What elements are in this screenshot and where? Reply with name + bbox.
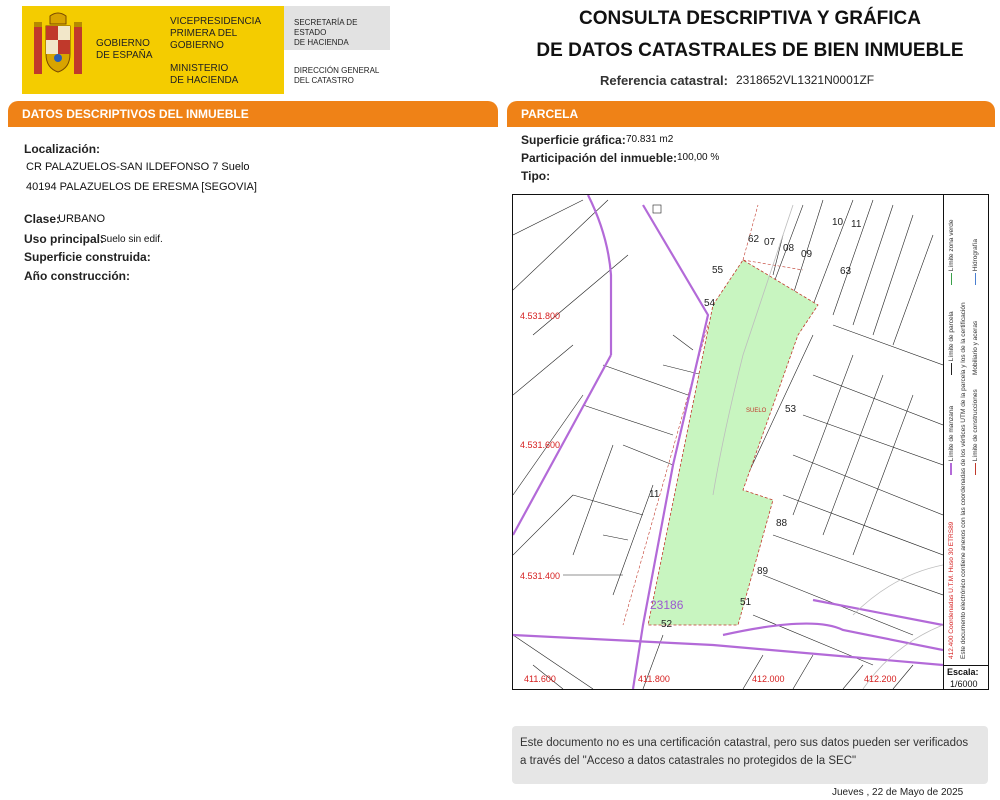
- parcel-number: 10: [832, 217, 844, 228]
- parcel-number: 52: [661, 619, 673, 630]
- legend-limite-parcela: Límite de parcela: [948, 311, 955, 375]
- block-label: 23186: [650, 598, 684, 612]
- parcel-number: 07: [764, 237, 776, 248]
- y-coord-label: 4.531.400: [520, 571, 561, 581]
- ref-value: 2318652VL1321N0001ZF: [736, 73, 875, 87]
- parcel-number: 53: [785, 404, 797, 415]
- localizacion-line2: 40194 PALAZUELOS DE ERESMA [SEGOVIA]: [26, 181, 257, 193]
- legend-mobiliario: Mobiliario y aceras: [972, 320, 979, 375]
- vicepresidencia-text: VICEPRESIDENCIA PRIMERA DEL GOBIERNO: [170, 16, 262, 51]
- superficie-grafica-value: 70.831 m2: [626, 134, 674, 145]
- clase-value: URBANO: [58, 213, 106, 225]
- legend-construcciones-swatch: [974, 463, 976, 475]
- x-coord-label: 411.600: [524, 674, 556, 684]
- parcel-number: 09: [801, 249, 813, 260]
- parcel-number: 55: [712, 265, 724, 276]
- parcel-number: 62: [748, 234, 760, 245]
- uso-label: Uso principal:: [24, 232, 105, 246]
- legend-manzana-swatch: [950, 463, 953, 475]
- participacion-value: 100,00 %: [677, 152, 720, 163]
- clase-label: Clase:: [24, 212, 61, 226]
- legend-coords-note: 412.400 Coordenadas U.T.M. Huso 30 ETRS8…: [948, 521, 955, 659]
- anio-construccion-label: Año construcción:: [24, 269, 131, 283]
- parcel-number: 11: [649, 489, 660, 500]
- section-header-inmueble: DATOS DESCRIPTIVOS DEL INMUEBLE: [8, 101, 498, 125]
- uso-value: Suelo sin edif.: [100, 234, 163, 245]
- parcel-number: 89: [757, 566, 769, 577]
- direccion-text: DIRECCIÓN GENERAL DEL CATASTRO: [294, 66, 380, 85]
- legend-limite-construcciones: Límite de construcciones: [972, 389, 979, 475]
- legend-hidrografia-swatch: [974, 273, 976, 285]
- scale-value: 1/6000: [950, 679, 978, 689]
- superficie-grafica-label: Superficie gráfica:: [521, 133, 626, 147]
- section-header-parcela: PARCELA: [507, 101, 995, 125]
- scale-label: Escala:: [947, 667, 979, 677]
- map-drawing: [513, 195, 943, 689]
- x-coord-label: 412.000: [752, 674, 785, 684]
- superficie-construida-label: Superficie construida:: [24, 250, 151, 264]
- section-divider: [8, 125, 498, 127]
- section-divider: [507, 125, 995, 127]
- parcel-number: 11: [851, 219, 862, 230]
- localizacion-line1: CR PALAZUELOS-SAN ILDEFONSO 7 Suelo: [26, 161, 250, 173]
- localizacion-label: Localización:: [24, 142, 101, 156]
- ref-label: Referencia catastral:: [600, 73, 728, 88]
- notice-text: Este documento no es una certificación c…: [520, 737, 969, 767]
- coat-of-arms-icon: [34, 12, 82, 74]
- parcel-number: 51: [740, 597, 752, 608]
- page-title: CONSULTA DESCRIPTIVA Y GRÁFICA: [578, 8, 922, 29]
- participacion-label: Participación del inmueble:: [521, 151, 678, 165]
- suelo-label: SUELO: [746, 408, 767, 414]
- x-coord-label: 412.200: [864, 674, 897, 684]
- page-subtitle: DE DATOS CATASTRALES DE BIEN INMUEBLE: [536, 40, 964, 61]
- legend-limite-manzana: Límite de manzana: [948, 406, 955, 475]
- legend-hidrografia: Hidrografía: [972, 239, 979, 285]
- parcel-number: 63: [840, 266, 852, 277]
- y-coord-label: 4.531.600: [520, 440, 561, 450]
- date-text: Jueves , 22 de Mayo de 2025: [832, 787, 964, 798]
- legend-doc-note: Este documento electrónico contiene anex…: [960, 302, 967, 659]
- legend-parcela-swatch: [950, 363, 952, 375]
- map-legend: 412.400 Coordenadas U.T.M. Huso 30 ETRS8…: [943, 195, 989, 665]
- parcel-number: 88: [776, 518, 788, 529]
- x-coord-label: 411.800: [638, 674, 670, 684]
- tipo-label: Tipo:: [521, 169, 551, 183]
- ministerio-text: MINISTERIO DE HACIENDA: [170, 63, 239, 86]
- y-coord-label: 4.531.800: [520, 311, 561, 321]
- parcel-number: 54: [704, 298, 716, 309]
- secretaria-text: SECRETARÍA DE ESTADO DE HACIENDA: [294, 18, 358, 47]
- parcel-number: 08: [783, 243, 795, 254]
- gobierno-text: GOBIERNO DE ESPAÑA: [96, 38, 153, 61]
- legend-zona-verde-swatch: [950, 273, 952, 285]
- legend-zona-verde: Límite zona verde: [948, 220, 955, 285]
